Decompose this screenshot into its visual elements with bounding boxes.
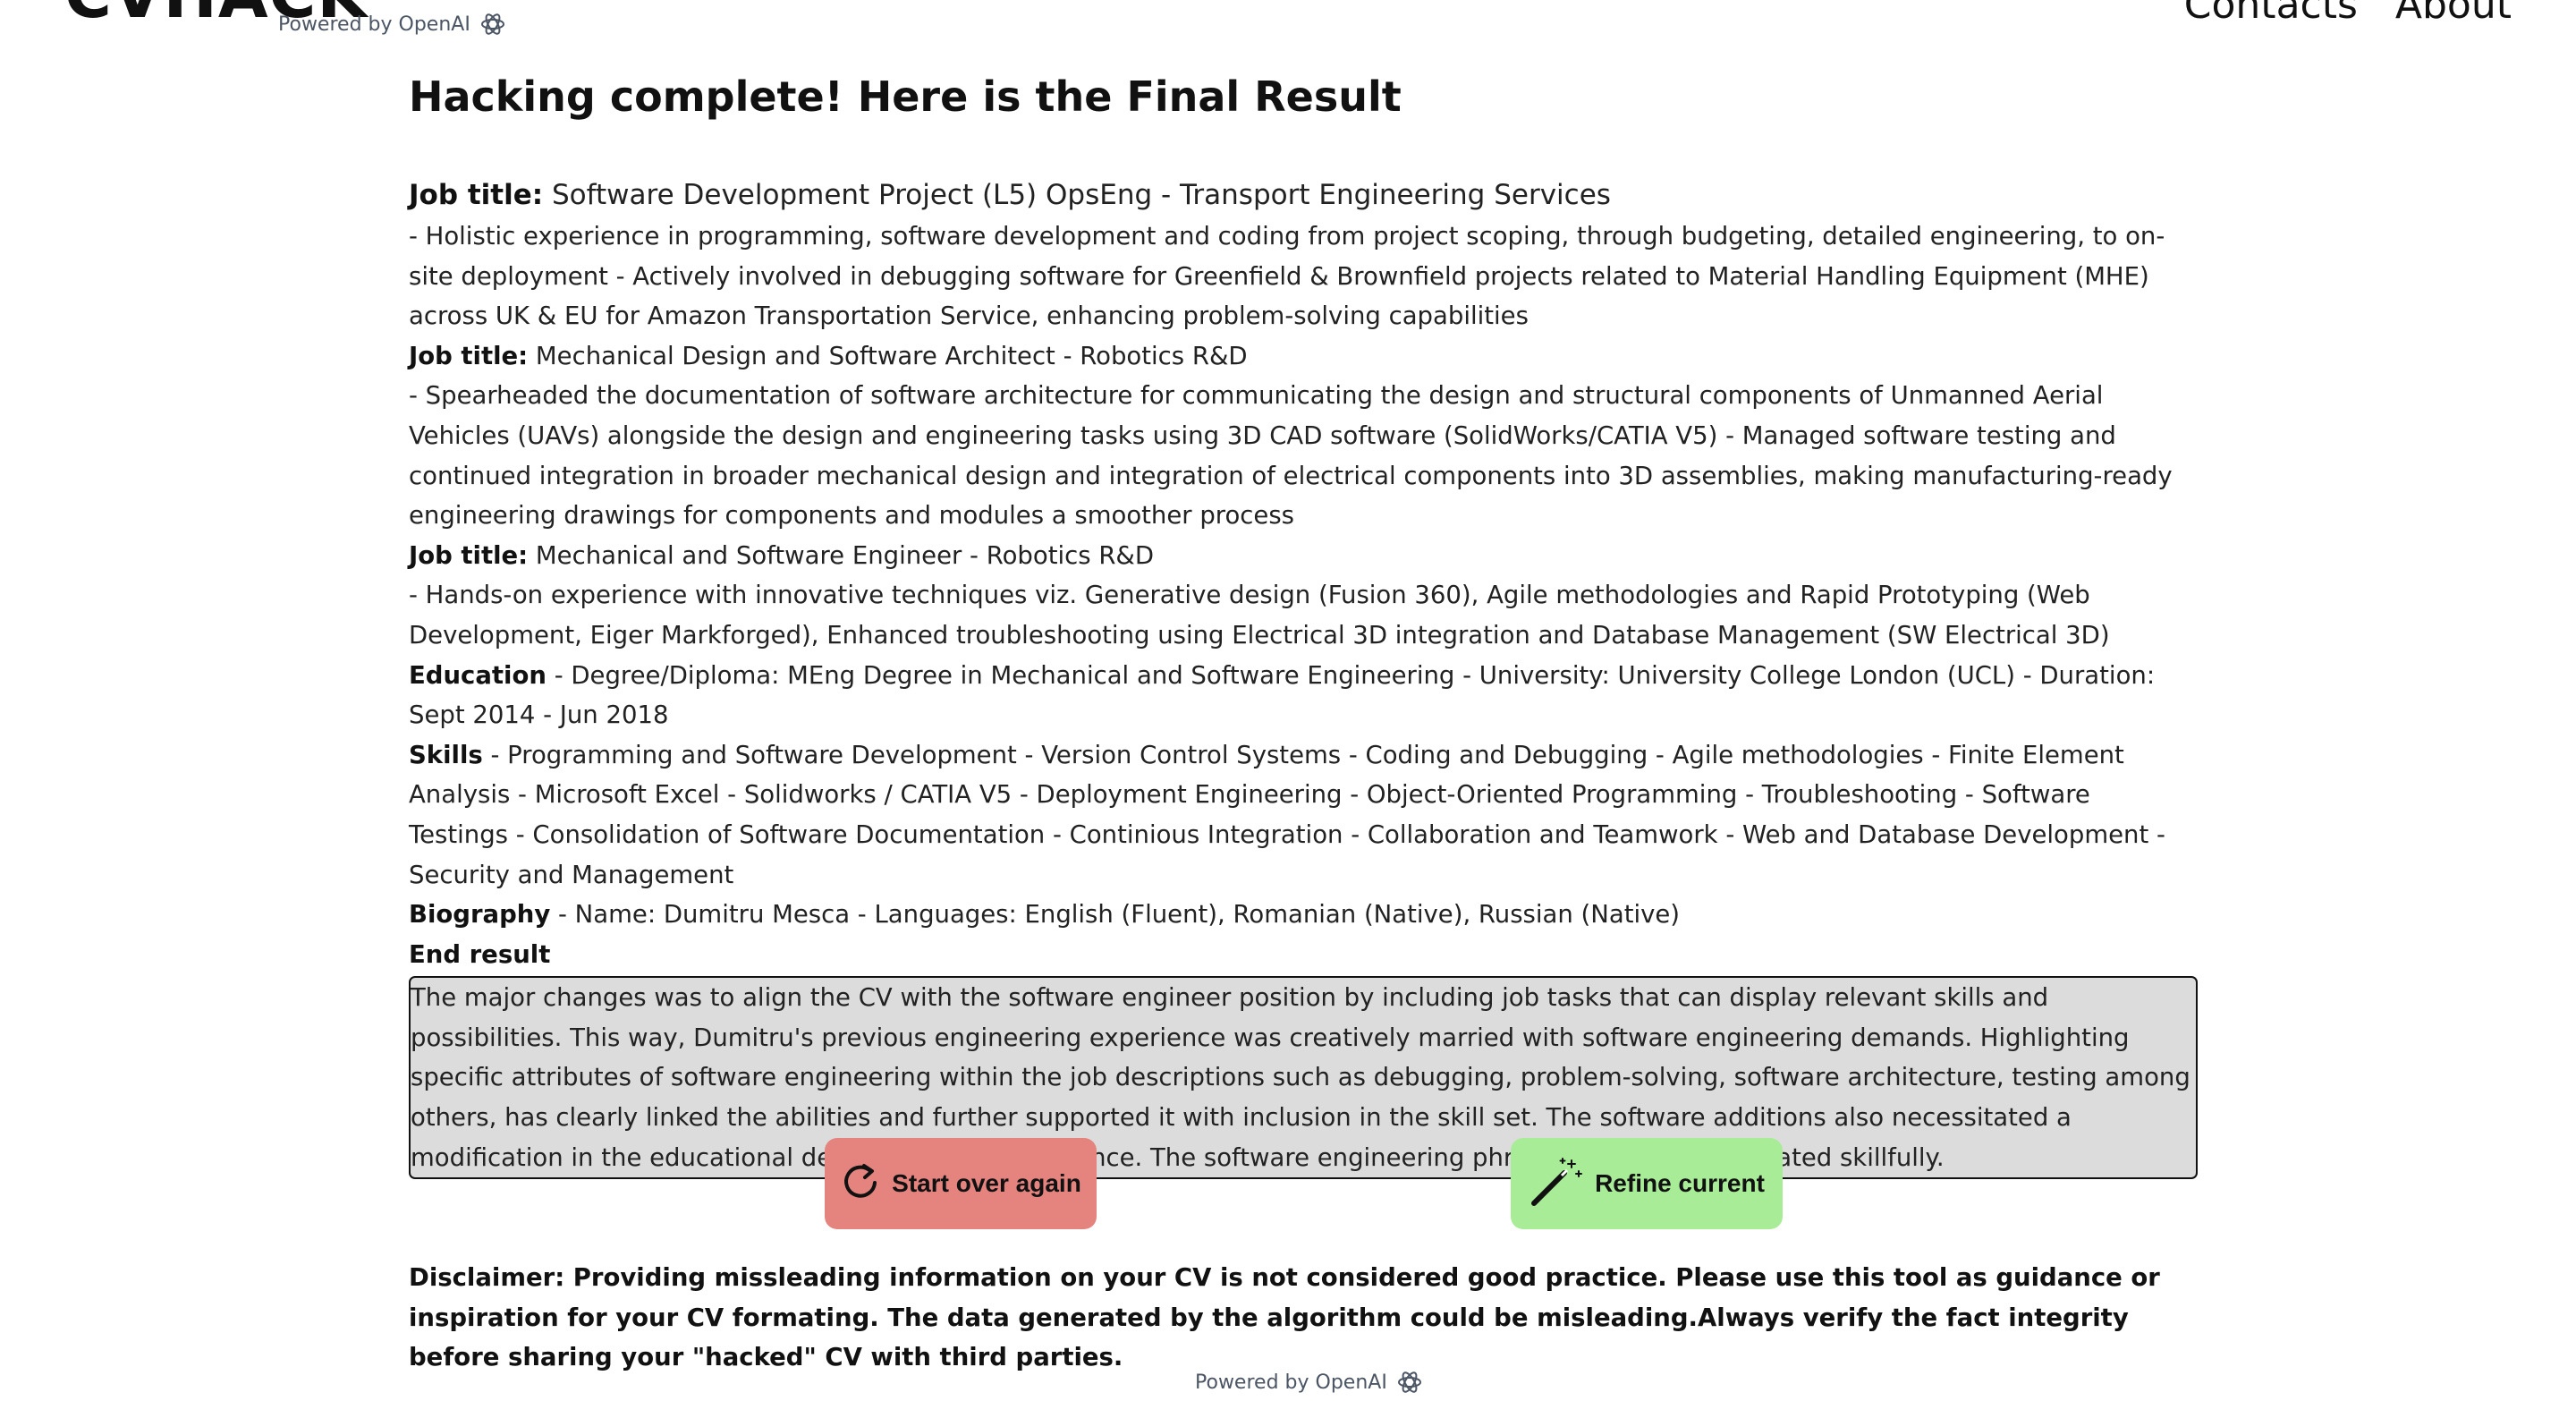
powered-by-label: Powered by OpenAI <box>278 13 470 36</box>
job-title-value: Software Development Project (L5) OpsEng… <box>543 179 1611 211</box>
biography-label: Biography <box>409 900 551 930</box>
biography-section: Biography - Name: Dumitru Mesca - Langua… <box>409 895 2196 935</box>
job-entry-2-title: Job title: Mechanical Design and Softwar… <box>409 336 2196 377</box>
job-entry-1-title: Job title: Software Development Project … <box>409 174 2196 217</box>
top-nav: Contacts About <box>2184 0 2512 30</box>
skills-label: Skills <box>409 740 483 769</box>
refine-current-button[interactable]: Refine current <box>1511 1138 1783 1229</box>
education-text: - Degree/Diploma: MEng Degree in Mechani… <box>409 660 2156 730</box>
refine-label: Refine current <box>1595 1169 1765 1197</box>
job-title-label: Job title: <box>409 179 544 211</box>
education-section: Education - Degree/Diploma: MEng Degree … <box>409 656 2196 735</box>
job-entry-1-description: - Holistic experience in programming, so… <box>409 222 2165 331</box>
openai-icon <box>1396 1369 1423 1396</box>
education-label: Education <box>409 660 547 690</box>
nav-contacts[interactable]: Contacts <box>2184 0 2358 30</box>
job-title-label: Job title: <box>409 341 529 370</box>
resume-result: Job title: Software Development Project … <box>409 174 2198 1180</box>
action-buttons: Start over again Refine current <box>0 1138 2576 1231</box>
magic-wand-icon <box>1529 1153 1584 1215</box>
job-title-value: Mechanical and Software Engineer - Robot… <box>528 540 1155 570</box>
disclaimer-text: Disclaimer: Providing missleading inform… <box>409 1263 2160 1372</box>
job-entry-3-description: - Hands-on experience with innovative te… <box>409 581 2110 650</box>
end-result-label: End result <box>409 939 551 969</box>
page-title: Hacking complete! Here is the Final Resu… <box>409 72 1402 121</box>
job-entry-2-description: - Spearheaded the documentation of softw… <box>409 381 2173 531</box>
job-title-value: Mechanical Design and Software Architect… <box>528 341 1248 370</box>
refresh-icon <box>840 1160 881 1208</box>
powered-by-footer-label: Powered by OpenAI <box>1195 1371 1387 1394</box>
start-over-button[interactable]: Start over again <box>825 1138 1097 1229</box>
skills-text: - Programming and Software Development -… <box>409 740 2165 889</box>
job-title-label: Job title: <box>409 540 529 570</box>
header: CVHACK Powered by OpenAI Contacts About <box>0 0 2576 54</box>
nav-about[interactable]: About <box>2395 0 2512 30</box>
job-entry-3-title: Job title: Mechanical and Software Engin… <box>409 536 2196 576</box>
powered-by-top: Powered by OpenAI <box>278 11 506 38</box>
openai-icon <box>479 11 506 38</box>
start-over-label: Start over again <box>892 1169 1081 1197</box>
biography-text: - Name: Dumitru Mesca - Languages: Engli… <box>550 900 1681 930</box>
main-content: Hacking complete! Here is the Final Resu… <box>409 63 2198 1180</box>
skills-section: Skills - Programming and Software Develo… <box>409 735 2196 895</box>
powered-by-footer: Powered by OpenAI <box>1195 1369 1423 1396</box>
